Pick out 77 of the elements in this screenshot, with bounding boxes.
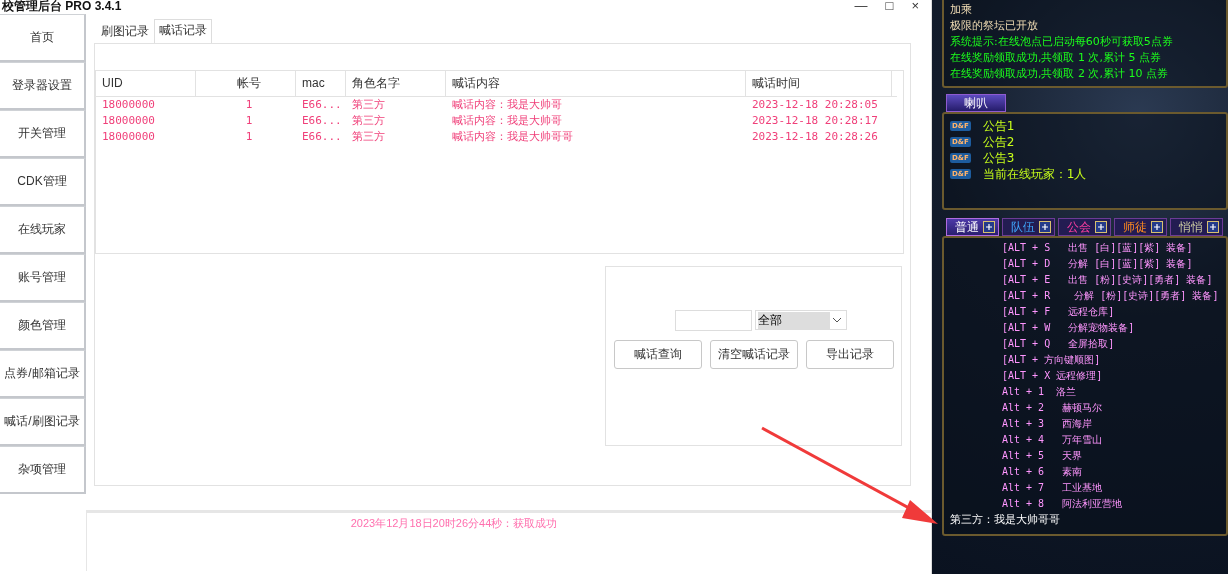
chat-line: Alt + 3 西海岸 [1001,417,1094,431]
system-message: 在线奖励领取成功,共领取 2 次,累计 10 点券 [950,66,1169,82]
table-cell-text: 第三方 [351,97,386,113]
window-control-button[interactable]: □ [881,0,898,12]
table-cell-text: 2023-12-18 20:28:17 [751,113,879,129]
status-message: 2023年12月18日20时26分44秒：获取成功 [350,517,558,529]
table-cell-text: E66... [301,97,343,113]
chat-line: Alt + 5 天界 [1001,449,1084,463]
table-cell-text: 第三方 [351,129,386,145]
table-cell-text: E66... [301,113,343,129]
column-header[interactable]: 喊话内容 [446,71,746,96]
chat-tab[interactable]: 普通 [946,218,999,236]
column-header[interactable]: 喊话时间 [746,71,892,96]
window-control-button[interactable]: — [850,0,872,12]
sidebar-item[interactable]: 喊话/刷图记录 [0,398,86,446]
chat-line: [ALT + X 远程修理] [1001,369,1104,383]
announcement-text: 公告3 [982,149,1015,167]
chat-line: Alt + 1 洛兰 [1001,385,1078,399]
table-cell-text: 2023-12-18 20:28:26 [751,129,879,145]
sidebar-item[interactable]: 杂项管理 [0,446,86,494]
table-cell-text: 喊话内容：我是大帅哥哥 [451,129,574,145]
announcement-text: 公告1 [982,117,1015,135]
chat-line: [ALT + D 分解 [白][蓝][紫] 装备] [1001,257,1194,271]
sidebar-item[interactable]: 开关管理 [0,110,86,158]
action-button[interactable]: 清空喊话记录 [709,340,798,369]
sidebar-item[interactable]: 登录器设置 [0,62,86,110]
system-message: 系统提示:在线泡点已启动每60秒可获取5点券 [950,34,1174,50]
table-cell-text: 2023-12-18 20:28:05 [751,97,879,113]
table-cell-text: 第三方 [351,113,386,129]
type-dropdown[interactable]: 全部 [754,310,847,330]
system-message: 在线奖励领取成功,共领取 1 次,累计 5 点券 [950,50,1162,66]
table-cell-text: E66... [301,129,343,145]
chat-tab[interactable]: 师徒 [1114,218,1167,236]
sidebar-item[interactable]: 首页 [0,14,86,62]
sidebar-item[interactable]: CDK管理 [0,158,86,206]
action-button[interactable]: 喊话查询 [613,340,702,369]
chat-line: [ALT + F 远程仓库] [1001,305,1116,319]
table-cell-text: 18000000 [101,129,156,145]
chat-line: [ALT + R 分解 [粉][史诗][勇者] 装备] [1001,289,1220,303]
sidebar-item[interactable]: 点券/邮箱记录 [0,350,86,398]
table-cell-text: 18000000 [101,113,156,129]
sidebar-item[interactable]: 账号管理 [0,254,86,302]
chat-line: [ALT + E 出售 [粉][史诗][勇者] 装备] [1001,273,1214,287]
chat-line: 第三方：我是大帅哥哥 [950,512,1061,528]
table-cell-text: 喊话内容：我是大帅哥 [451,97,563,113]
action-button[interactable]: 导出记录 [805,340,894,369]
announcement-text: 当前在线玩家：1人 [982,165,1087,183]
horn-tab[interactable]: 喇叭 [946,94,1006,112]
column-header[interactable]: 帐号 [196,71,296,96]
column-header[interactable]: UID [96,71,196,96]
table-cell-text: 1 [244,97,254,113]
chat-line: [ALT + Q 全屏拾取] [1001,337,1116,351]
sidebar-item[interactable]: 在线玩家 [0,206,86,254]
chat-tab[interactable]: 悄悄 [1170,218,1223,236]
chat-line: Alt + 2 赫顿马尔 [1001,401,1104,415]
column-header[interactable]: mac [296,71,346,96]
chat-line: Alt + 4 万年雪山 [1001,433,1104,447]
chat-line: Alt + 6 素南 [1001,465,1084,479]
system-message: 加乘 [950,2,973,18]
system-message: 极限的祭坛已开放 [950,18,1039,34]
chat-tab[interactable]: 队伍 [1002,218,1055,236]
table-cell-text: 1 [244,129,254,145]
table-cell-text: 18000000 [101,97,156,113]
chat-tab[interactable]: 公会 [1058,218,1111,236]
window-control-button[interactable]: × [907,0,923,12]
column-header[interactable]: 角色名字 [346,71,446,96]
tab[interactable]: 喊话记录 [154,19,212,43]
chat-line: Alt + 8 阿法利亚营地 [1001,497,1124,511]
chat-line: [ALT + W 分解宠物装备] [1001,321,1136,335]
table-cell-text: 1 [244,113,254,129]
chat-line: [ALT + 方向键顺图] [1001,353,1102,367]
sidebar-item[interactable]: 颜色管理 [0,302,86,350]
table-cell-text: 喊话内容：我是大帅哥 [451,113,563,129]
window-title: 校管理后台 PRO 3.4.1 [1,0,122,12]
chat-line: Alt + 7 工业基地 [1001,481,1104,495]
chat-line: [ALT + S 出售 [白][蓝][紫] 装备] [1001,241,1194,255]
announcement-text: 公告2 [982,133,1015,151]
